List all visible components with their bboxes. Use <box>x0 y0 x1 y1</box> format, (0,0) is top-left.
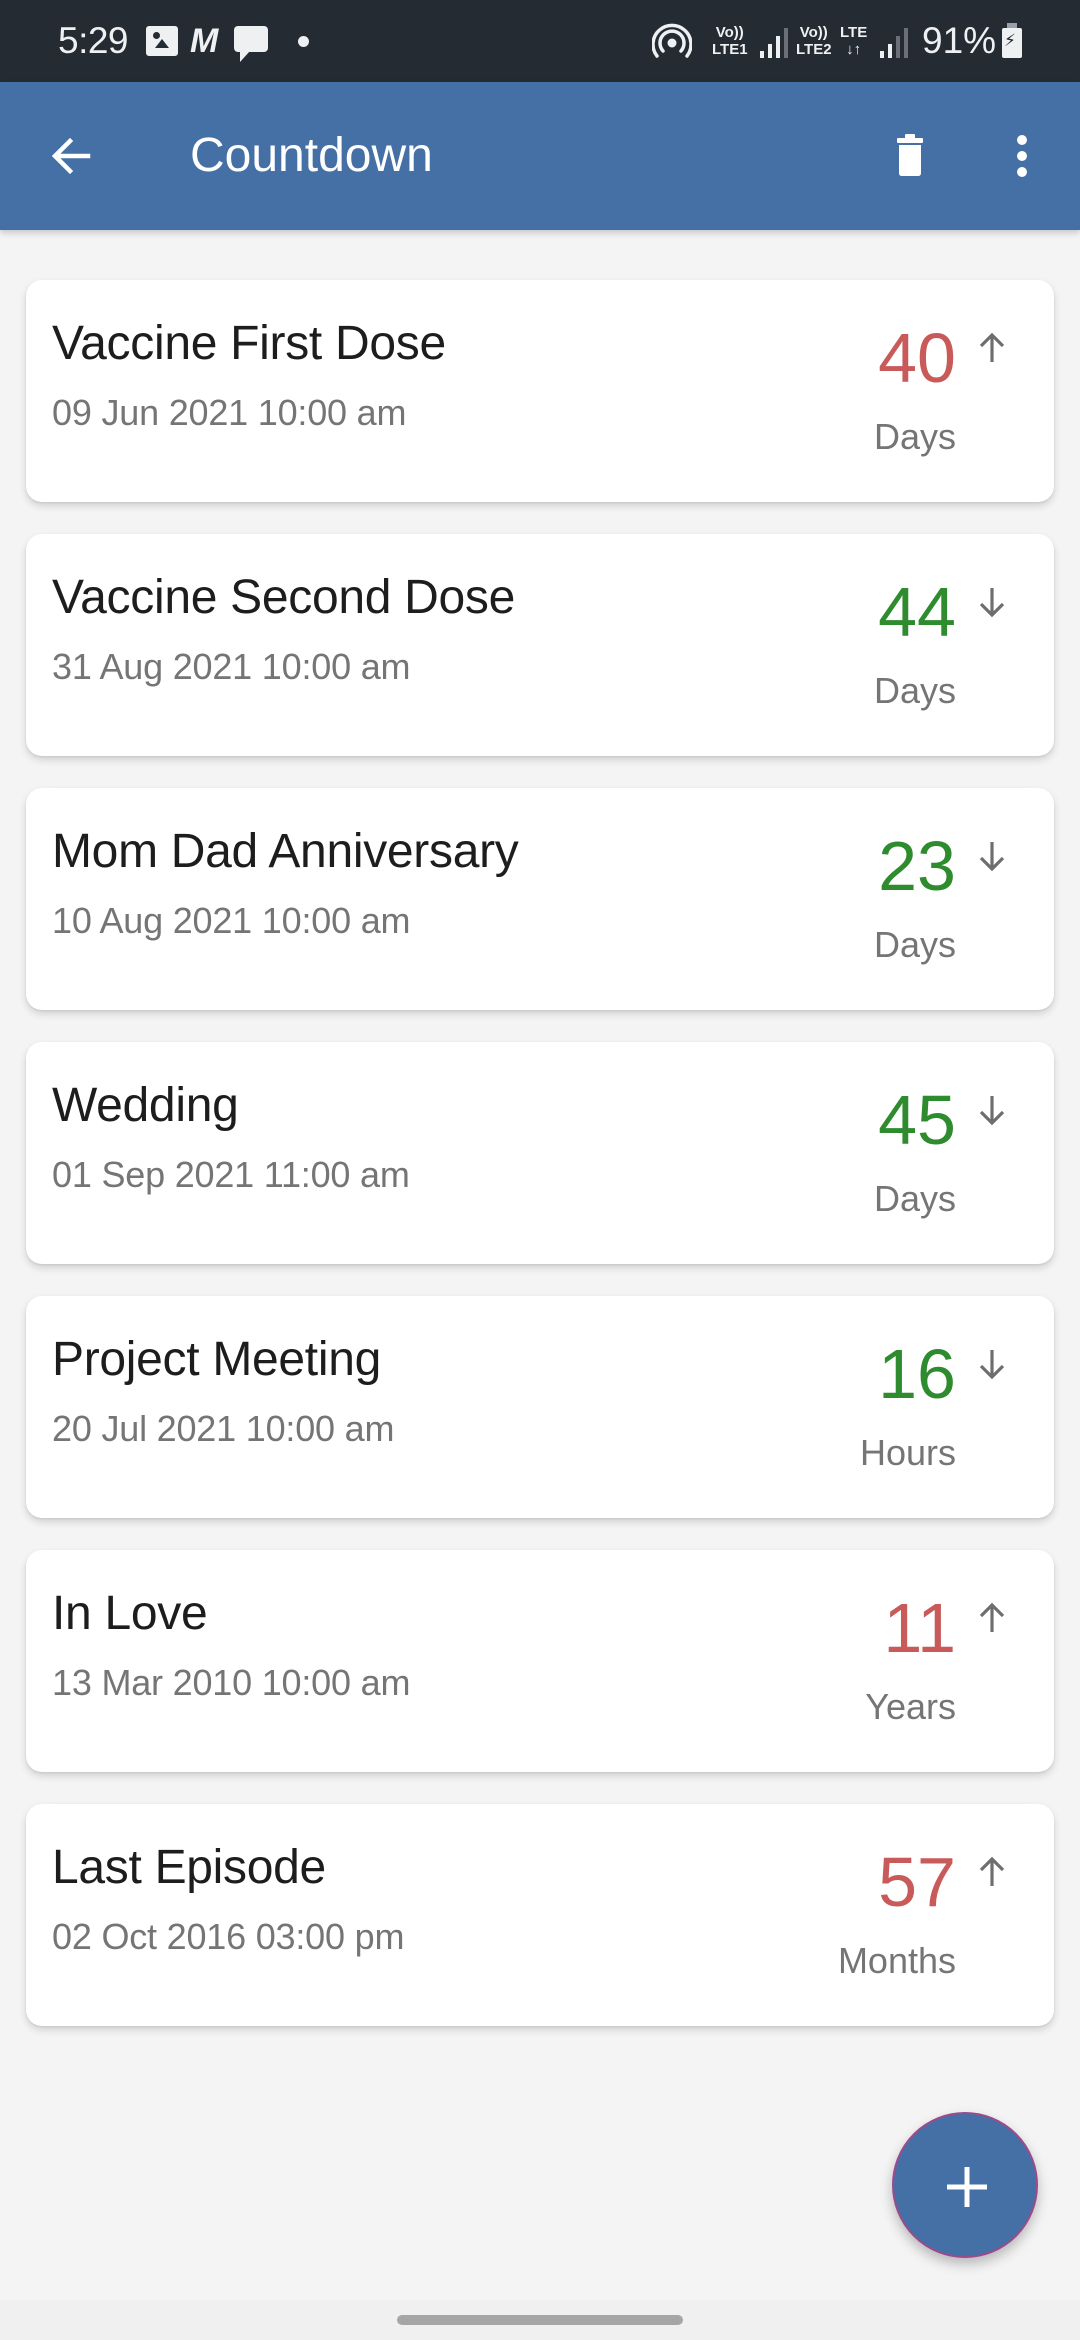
event-name: Wedding <box>52 1079 239 1132</box>
event-card[interactable]: Mom Dad Anniversary 10 Aug 2021 10:00 am 2… <box>26 788 1054 1010</box>
event-card[interactable]: Project Meeting 20 Jul 2021 10:00 am 16 Hou… <box>26 1296 1054 1518</box>
event-count: 44 <box>878 573 956 651</box>
arrow-up-icon <box>979 1602 1005 1632</box>
event-date: 20 Jul 2021 10:00 am <box>52 1408 395 1449</box>
battery-charging-icon <box>1002 23 1022 58</box>
sim2-lte-label: LTE2 <box>796 41 832 58</box>
event-unit: Months <box>837 1940 956 1981</box>
event-unit: Years <box>865 1686 956 1727</box>
sim1-lte-label: LTE1 <box>712 41 748 58</box>
event-date: 10 Aug 2021 10:00 am <box>52 900 411 941</box>
arrow-up-icon <box>979 1856 1005 1886</box>
event-card[interactable]: In Love 13 Mar 2010 10:00 am 11 Years <box>26 1550 1054 1772</box>
more-vert-icon <box>1017 135 1027 177</box>
page-title: Countdown <box>190 129 433 182</box>
arrow-down-icon <box>979 1350 1005 1380</box>
battery-percent: 91% <box>922 20 997 61</box>
message-icon <box>234 26 268 62</box>
event-count: 45 <box>878 1081 956 1159</box>
event-count: 11 <box>883 1589 956 1667</box>
system-nav-bar <box>0 2300 1080 2340</box>
arrow-down-icon <box>979 588 1005 618</box>
sim2-volte-indicator: Vo)) LTE2 <box>796 24 832 58</box>
hotspot-icon <box>652 23 692 58</box>
delete-button[interactable] <box>880 126 940 186</box>
event-unit: Days <box>873 416 956 457</box>
event-name: Vaccine Second Dose <box>52 571 516 624</box>
event-date: 09 Jun 2021 10:00 am <box>52 392 407 433</box>
trash-icon <box>897 134 923 176</box>
arrow-down-icon <box>979 1096 1005 1126</box>
sim1-signal-icon <box>760 28 788 58</box>
status-time: 5:29 <box>58 20 129 61</box>
arrow-left-icon <box>51 137 91 175</box>
sim1-volte-indicator: Vo)) LTE1 <box>712 24 748 58</box>
sim2-volte-label: Vo)) <box>799 24 828 41</box>
event-date: 01 Sep 2021 11:00 am <box>52 1154 410 1195</box>
event-name: Last Episode <box>52 1841 326 1894</box>
event-date: 13 Mar 2010 10:00 am <box>52 1662 411 1703</box>
m-app-icon: M <box>190 22 219 60</box>
plus-icon <box>947 2167 987 2207</box>
back-button[interactable] <box>42 126 102 186</box>
arrow-up-icon <box>979 332 1005 362</box>
event-count: 16 <box>878 1335 956 1413</box>
event-count: 57 <box>878 1843 956 1921</box>
arrow-down-icon <box>979 842 1005 872</box>
event-card[interactable]: Vaccine First Dose 09 Jun 2021 10:00 am 40… <box>26 280 1054 502</box>
app-bar: Countdown <box>0 82 1080 230</box>
status-bar: 5:29 M Vo)) LTE1 Vo)) LTE2 LTE ↓↑ 91% <box>0 0 1080 82</box>
event-card[interactable]: Vaccine Second Dose 31 Aug 2021 10:00 am 4… <box>26 534 1054 756</box>
event-unit: Hours <box>859 1432 956 1473</box>
event-card[interactable]: Last Episode 02 Oct 2016 03:00 pm 57 Months <box>26 1804 1054 2026</box>
add-event-button[interactable] <box>892 2112 1038 2258</box>
gallery-icon <box>146 26 178 56</box>
data-arrows-icon: ↓↑ <box>846 41 862 58</box>
sim2-signal-icon <box>880 28 908 58</box>
dot-icon <box>298 36 309 47</box>
event-unit: Days <box>873 670 956 711</box>
home-gesture-handle[interactable] <box>397 2315 683 2325</box>
sim2-data-indicator: LTE ↓↑ <box>840 24 867 58</box>
event-count: 40 <box>878 319 956 397</box>
event-name: Project Meeting <box>52 1333 381 1386</box>
sim1-volte-label: Vo)) <box>715 24 744 41</box>
more-options-button[interactable] <box>1000 126 1044 186</box>
event-name: Vaccine First Dose <box>52 317 446 370</box>
event-name: Mom Dad Anniversary <box>52 825 519 878</box>
event-unit: Days <box>873 1178 956 1219</box>
event-date: 31 Aug 2021 10:00 am <box>52 646 411 687</box>
event-name: In Love <box>52 1587 208 1640</box>
sim2-data-label: LTE <box>840 24 868 41</box>
event-count: 23 <box>878 827 956 905</box>
event-card[interactable]: Wedding 01 Sep 2021 11:00 am 45 Days <box>26 1042 1054 1264</box>
event-unit: Days <box>873 924 956 965</box>
event-date: 02 Oct 2016 03:00 pm <box>52 1916 405 1957</box>
